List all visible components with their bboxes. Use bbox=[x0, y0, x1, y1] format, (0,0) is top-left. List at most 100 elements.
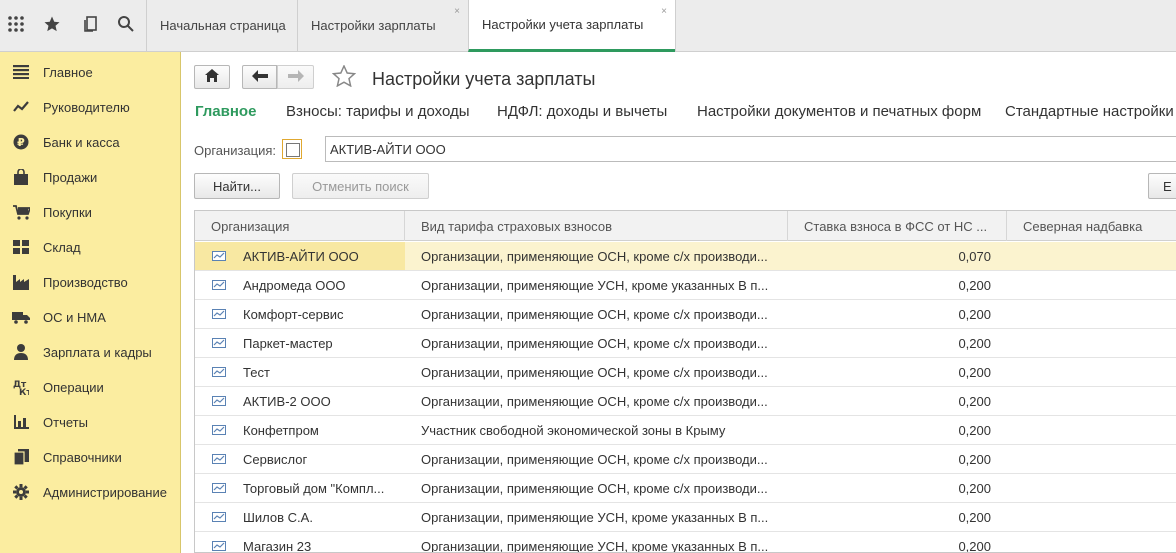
sidebar-item-fixed-assets[interactable]: ОС и НМА bbox=[0, 304, 181, 330]
sidebar-item-label: Операции bbox=[43, 379, 104, 395]
cell-fss-rate: 0,200 bbox=[958, 422, 991, 438]
cell-organization: Торговый дом "Компл... bbox=[195, 474, 405, 502]
table-row[interactable]: Комфорт-сервис Организации, применяющие О… bbox=[195, 300, 1176, 329]
cell-northern-allowance bbox=[1007, 358, 1176, 386]
cell-fss-rate: 0,200 bbox=[958, 335, 991, 351]
tab-label: Настройки зарплаты bbox=[311, 18, 436, 33]
cell-tariff: Организации, применяющие ОСН, кроме с/х … bbox=[421, 248, 768, 264]
organization-label: Организация: bbox=[194, 143, 277, 158]
bar-chart-icon bbox=[12, 413, 30, 431]
tab-salary-settings[interactable]: Настройки зарплаты × bbox=[297, 0, 468, 51]
cell-organization: Комфорт-сервис bbox=[195, 300, 405, 328]
table-row[interactable]: Шилов С.А. Организации, применяющие УСН, … bbox=[195, 503, 1176, 532]
ruble-coin-icon: ₽ bbox=[12, 133, 30, 151]
close-tab-icon[interactable]: × bbox=[661, 6, 667, 17]
home-icon bbox=[205, 69, 219, 85]
list-item-icon bbox=[212, 280, 226, 290]
cell-tariff: Участник свободной экономической зоны в … bbox=[421, 422, 726, 438]
more-button[interactable]: Е bbox=[1148, 173, 1176, 199]
subnav-contributions[interactable]: Взносы: тарифы и доходы bbox=[286, 103, 470, 120]
subnav-main[interactable]: Главное bbox=[195, 103, 256, 120]
sidebar-item-operations[interactable]: Дт Кт Операции bbox=[0, 374, 181, 400]
shopping-bag-icon bbox=[12, 168, 30, 186]
cancel-search-button[interactable]: Отменить поиск bbox=[292, 173, 429, 199]
sidebar-item-bank[interactable]: ₽ Банк и касса bbox=[0, 129, 181, 155]
list-item-icon bbox=[212, 425, 226, 435]
books-icon bbox=[12, 448, 30, 466]
search-icon[interactable] bbox=[113, 10, 139, 38]
sidebar-item-main[interactable]: Главное bbox=[0, 59, 181, 85]
list-item-icon bbox=[212, 338, 226, 348]
cell-tariff: Организации, применяющие ОСН, кроме с/х … bbox=[421, 393, 768, 409]
sidebar-item-administration[interactable]: Администрирование bbox=[0, 479, 181, 505]
subnav-document-settings[interactable]: Настройки документов и печатных форм bbox=[697, 103, 981, 120]
list-item-icon bbox=[212, 396, 226, 406]
cell-organization: Магазин 23 bbox=[195, 532, 405, 552]
cell-organization: Паркет-мастер bbox=[195, 329, 405, 357]
organization-filter-checkbox[interactable] bbox=[282, 139, 302, 159]
table-row[interactable]: Торговый дом "Компл... Организации, приме… bbox=[195, 474, 1176, 503]
find-button[interactable]: Найти... bbox=[194, 173, 280, 199]
debit-credit-icon: Дт Кт bbox=[12, 378, 30, 396]
factory-icon bbox=[12, 273, 30, 291]
subnav-ndfl[interactable]: НДФЛ: доходы и вычеты bbox=[497, 103, 667, 120]
organizations-table: Организация Вид тарифа страховых взносов… bbox=[194, 210, 1176, 553]
sidebar-item-reports[interactable]: Отчеты bbox=[0, 409, 181, 435]
cell-organization: АКТИВ-АЙТИ ООО bbox=[195, 242, 405, 270]
cell-organization: Тест bbox=[195, 358, 405, 386]
cell-organization: Конфетпром bbox=[195, 416, 405, 444]
sidebar-item-label: Банк и касса bbox=[43, 134, 120, 150]
table-row[interactable]: Андромеда ООО Организации, применяющие УС… bbox=[195, 271, 1176, 300]
cell-northern-allowance bbox=[1007, 445, 1176, 473]
close-tab-icon[interactable]: × bbox=[454, 6, 460, 17]
tab-label: Начальная страница bbox=[160, 18, 286, 33]
sidebar-item-label: Руководителю bbox=[43, 99, 130, 115]
favorites-star-icon[interactable] bbox=[39, 10, 65, 38]
table-row[interactable]: АКТИВ-АЙТИ ООО Организации, применяющие О… bbox=[195, 242, 1176, 271]
tab-start-page[interactable]: Начальная страница bbox=[146, 0, 297, 51]
cart-icon bbox=[12, 203, 30, 221]
back-button[interactable] bbox=[242, 65, 277, 89]
list-item-icon bbox=[212, 454, 226, 464]
tab-salary-accounting-settings[interactable]: Настройки учета зарплаты × bbox=[468, 0, 675, 52]
table-row[interactable]: Сервислог Организации, применяющие ОСН, к… bbox=[195, 445, 1176, 474]
sidebar-item-production[interactable]: Производство bbox=[0, 269, 181, 295]
cell-northern-allowance bbox=[1007, 416, 1176, 444]
home-button[interactable] bbox=[194, 65, 230, 89]
sidebar-item-salary-hr[interactable]: Зарплата и кадры bbox=[0, 339, 181, 365]
column-header-fss-rate[interactable]: Ставка взноса в ФСС от НС ... bbox=[788, 211, 1007, 241]
column-header-northern-allowance[interactable]: Северная надбавка bbox=[1007, 211, 1176, 241]
sidebar-item-warehouse[interactable]: Склад bbox=[0, 234, 181, 260]
organization-field[interactable]: АКТИВ-АЙТИ ООО bbox=[325, 136, 1176, 162]
cell-tariff: Организации, применяющие ОСН, кроме с/х … bbox=[421, 480, 768, 496]
table-row[interactable]: Магазин 23 Организации, применяющие УСН, … bbox=[195, 532, 1176, 552]
organization-name: АКТИВ-АЙТИ ООО bbox=[243, 248, 359, 264]
cell-northern-allowance bbox=[1007, 242, 1176, 270]
cell-organization: Андромеда ООО bbox=[195, 271, 405, 299]
cell-tariff: Организации, применяющие ОСН, кроме с/х … bbox=[421, 306, 768, 322]
apps-grid-icon[interactable] bbox=[3, 10, 29, 38]
sidebar-item-sales[interactable]: Продажи bbox=[0, 164, 181, 190]
favorite-star-icon[interactable] bbox=[331, 64, 357, 93]
table-row[interactable]: АКТИВ-2 ООО Организации, применяющие ОСН,… bbox=[195, 387, 1176, 416]
gear-icon bbox=[12, 483, 30, 501]
history-icon[interactable] bbox=[77, 10, 103, 38]
table-row[interactable]: Конфетпром Участник свободной экономическ… bbox=[195, 416, 1176, 445]
truck-icon bbox=[12, 308, 30, 326]
sidebar-item-purchases[interactable]: Покупки bbox=[0, 199, 181, 225]
svg-text:Кт: Кт bbox=[19, 388, 29, 395]
forward-button[interactable] bbox=[277, 65, 314, 89]
organization-name: Сервислог bbox=[243, 451, 308, 467]
list-item-icon bbox=[212, 251, 226, 261]
main-content: Настройки учета зарплаты Главное Взносы:… bbox=[182, 52, 1176, 553]
sidebar-item-label: Покупки bbox=[43, 204, 92, 220]
subnav-standard-settings[interactable]: Стандартные настройки bbox=[1005, 103, 1174, 120]
sidebar-item-directories[interactable]: Справочники bbox=[0, 444, 181, 470]
table-row[interactable]: Тест Организации, применяющие ОСН, кроме … bbox=[195, 358, 1176, 387]
sidebar-item-manager[interactable]: Руководителю bbox=[0, 94, 181, 120]
cell-fss-rate: 0,200 bbox=[958, 480, 991, 496]
column-header-tariff[interactable]: Вид тарифа страховых взносов bbox=[405, 211, 788, 241]
table-row[interactable]: Паркет-мастер Организации, применяющие ОС… bbox=[195, 329, 1176, 358]
column-header-organization[interactable]: Организация bbox=[195, 211, 405, 241]
sidebar-item-label: ОС и НМА bbox=[43, 309, 106, 325]
